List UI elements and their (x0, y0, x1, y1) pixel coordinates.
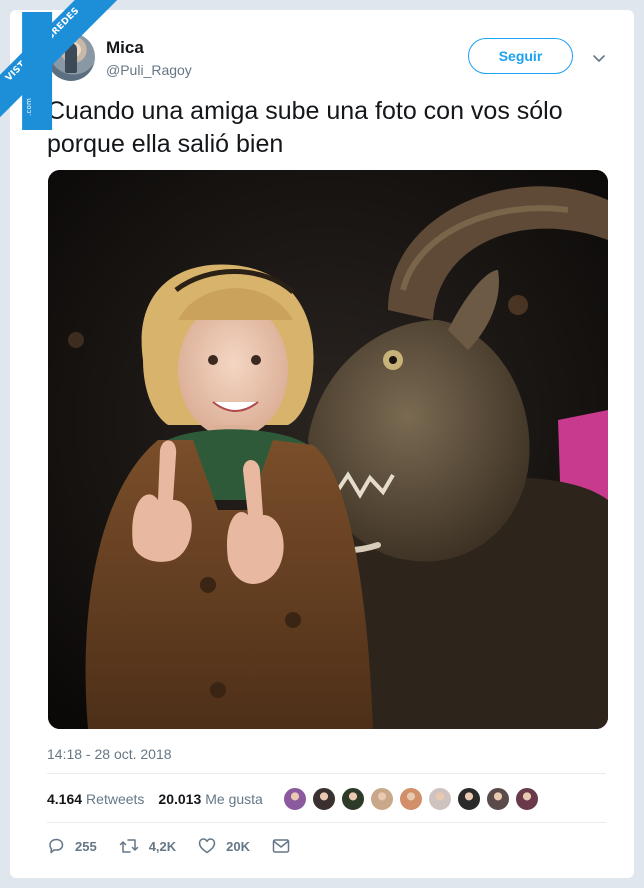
watermark-sub: .com (22, 11, 53, 130)
retweets-stat[interactable]: 4.164 Retweets (47, 791, 144, 807)
retweet-button[interactable]: 4,2K (119, 837, 176, 855)
reply-icon (49, 838, 64, 854)
heart-icon (198, 838, 216, 854)
like-button[interactable]: 20K (198, 837, 250, 855)
liker-avatar[interactable] (514, 786, 540, 812)
liker-avatar[interactable] (398, 786, 424, 812)
message-button[interactable] (272, 838, 300, 854)
divider-top (47, 773, 606, 774)
likes-count: 20.013 (158, 791, 202, 807)
retweet-count: 4,2K (148, 838, 177, 854)
liker-avatar[interactable] (369, 786, 395, 812)
liker-avatar[interactable] (282, 786, 308, 812)
retweet-icon (119, 839, 138, 853)
tweet-actions: 255 4,2K 20K (47, 835, 322, 857)
chevron-down-icon[interactable] (591, 50, 607, 66)
reply-count: 255 (75, 838, 97, 854)
engagement-stats: 4.164 Retweets 20.013 Me gusta (47, 791, 263, 807)
tweet-photo[interactable] (48, 170, 608, 729)
liker-avatar[interactable] (340, 786, 366, 812)
liker-avatar[interactable] (485, 786, 511, 812)
tweet-timestamp[interactable]: 14:18 - 28 oct. 2018 (47, 746, 172, 762)
retweets-count: 4.164 (47, 791, 83, 807)
message-icon (272, 839, 290, 853)
liker-avatars[interactable] (282, 786, 543, 812)
follow-button[interactable]: Seguir (468, 38, 573, 74)
retweets-label: Retweets (86, 791, 145, 807)
divider-bottom (47, 822, 606, 823)
tweet-text: Cuando una amiga sube una foto con vos s… (47, 97, 563, 158)
liker-avatar[interactable] (456, 786, 482, 812)
watermark-ribbon: VISTOENLASREDES.com (0, 0, 130, 130)
liker-avatar[interactable] (311, 786, 337, 812)
likes-label: Me gusta (205, 791, 263, 807)
reply-button[interactable]: 255 (47, 837, 97, 855)
like-count: 20K (226, 838, 251, 854)
likes-stat[interactable]: 20.013 Me gusta (158, 791, 262, 807)
liker-avatar[interactable] (427, 786, 453, 812)
